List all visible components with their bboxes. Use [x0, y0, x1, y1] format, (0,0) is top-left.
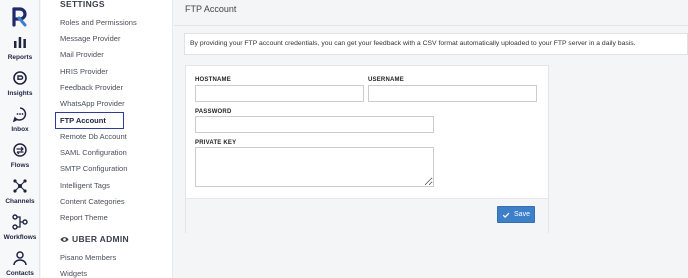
nav-contacts-label: Contacts — [6, 270, 34, 277]
username-input[interactable] — [368, 85, 537, 102]
settings-section-title: SETTINGS — [60, 0, 105, 9]
nav-insights-label: Insights — [7, 90, 33, 97]
uber-admin-heading: UBER ADMIN — [60, 234, 129, 244]
nav-flows-label: Flows — [10, 162, 30, 169]
username-label: USERNAME — [368, 77, 404, 83]
logo-icon[interactable] — [8, 6, 30, 28]
nav-reports[interactable]: Reports — [0, 34, 40, 61]
private-key-label: PRIVATE KEY — [195, 140, 237, 146]
workflows-icon — [12, 214, 28, 230]
private-key-textarea[interactable] — [195, 147, 434, 187]
settings-item-intelligent-tags[interactable]: Intelligent Tags — [60, 181, 110, 190]
settings-item-hris-provider[interactable]: HRIS Provider — [60, 67, 108, 76]
admin-item-widgets[interactable]: Widgets — [60, 269, 87, 278]
ftp-form-card: HOSTNAME USERNAME PASSWORD PRIVATE KEY — [185, 65, 549, 233]
reports-icon — [14, 37, 26, 48]
nav-workflows[interactable]: Workflows — [0, 214, 40, 241]
nav-channels-label: Channels — [5, 198, 35, 205]
title-divider — [174, 25, 688, 26]
settings-panel: SETTINGS Roles and Permissions Message P… — [41, 0, 173, 278]
settings-item-content-categories[interactable]: Content Categories — [60, 197, 125, 206]
nav-insights[interactable]: Insights — [0, 70, 40, 97]
nav-contacts[interactable]: Contacts — [0, 250, 40, 277]
settings-item-whatsapp-provider[interactable]: WhatsApp Provider — [60, 99, 125, 108]
settings-item-message-provider[interactable]: Message Provider — [60, 34, 120, 43]
settings-item-mail-provider[interactable]: Mail Provider — [60, 50, 104, 59]
app-window: Reports Insights Inbox Flows Channels Wo… — [0, 0, 688, 278]
nav-reports-label: Reports — [7, 54, 33, 61]
settings-item-remote-db[interactable]: Remote Db Account — [60, 132, 127, 141]
settings-item-ftp-account[interactable]: FTP Account — [55, 112, 124, 129]
insights-icon — [13, 71, 27, 85]
admin-item-pisano-members[interactable]: Pisano Members — [60, 253, 116, 262]
save-button-label: Save — [514, 211, 530, 218]
check-icon — [502, 212, 510, 218]
settings-item-feedback-provider[interactable]: Feedback Provider — [60, 83, 123, 92]
nav-inbox[interactable]: Inbox — [0, 106, 40, 133]
info-notice: By providing your FTP account credential… — [184, 33, 688, 55]
inbox-icon — [12, 107, 27, 122]
password-input[interactable] — [195, 116, 434, 133]
nav-workflows-label: Workflows — [3, 234, 37, 241]
eye-icon — [60, 236, 69, 242]
form-footer — [186, 198, 548, 233]
nav-inbox-label: Inbox — [11, 126, 29, 133]
save-button[interactable]: Save — [497, 206, 535, 223]
left-rail: Reports Insights Inbox Flows Channels Wo… — [0, 0, 40, 278]
nav-channels[interactable]: Channels — [0, 178, 40, 205]
settings-item-report-theme[interactable]: Report Theme — [60, 213, 108, 222]
settings-item-smtp[interactable]: SMTP Configuration — [60, 164, 127, 173]
uber-admin-title: UBER ADMIN — [72, 234, 129, 244]
password-label: PASSWORD — [195, 109, 232, 115]
flows-icon — [13, 143, 27, 157]
nav-flows[interactable]: Flows — [0, 142, 40, 169]
settings-item-saml[interactable]: SAML Configuration — [60, 148, 127, 157]
hostname-input[interactable] — [195, 85, 364, 102]
page-title: FTP Account — [185, 4, 237, 14]
main-content: FTP Account By providing your FTP accoun… — [174, 0, 688, 278]
hostname-label: HOSTNAME — [195, 77, 231, 83]
channels-icon — [13, 179, 27, 193]
contacts-icon — [13, 251, 27, 266]
settings-item-roles[interactable]: Roles and Permissions — [60, 18, 137, 27]
